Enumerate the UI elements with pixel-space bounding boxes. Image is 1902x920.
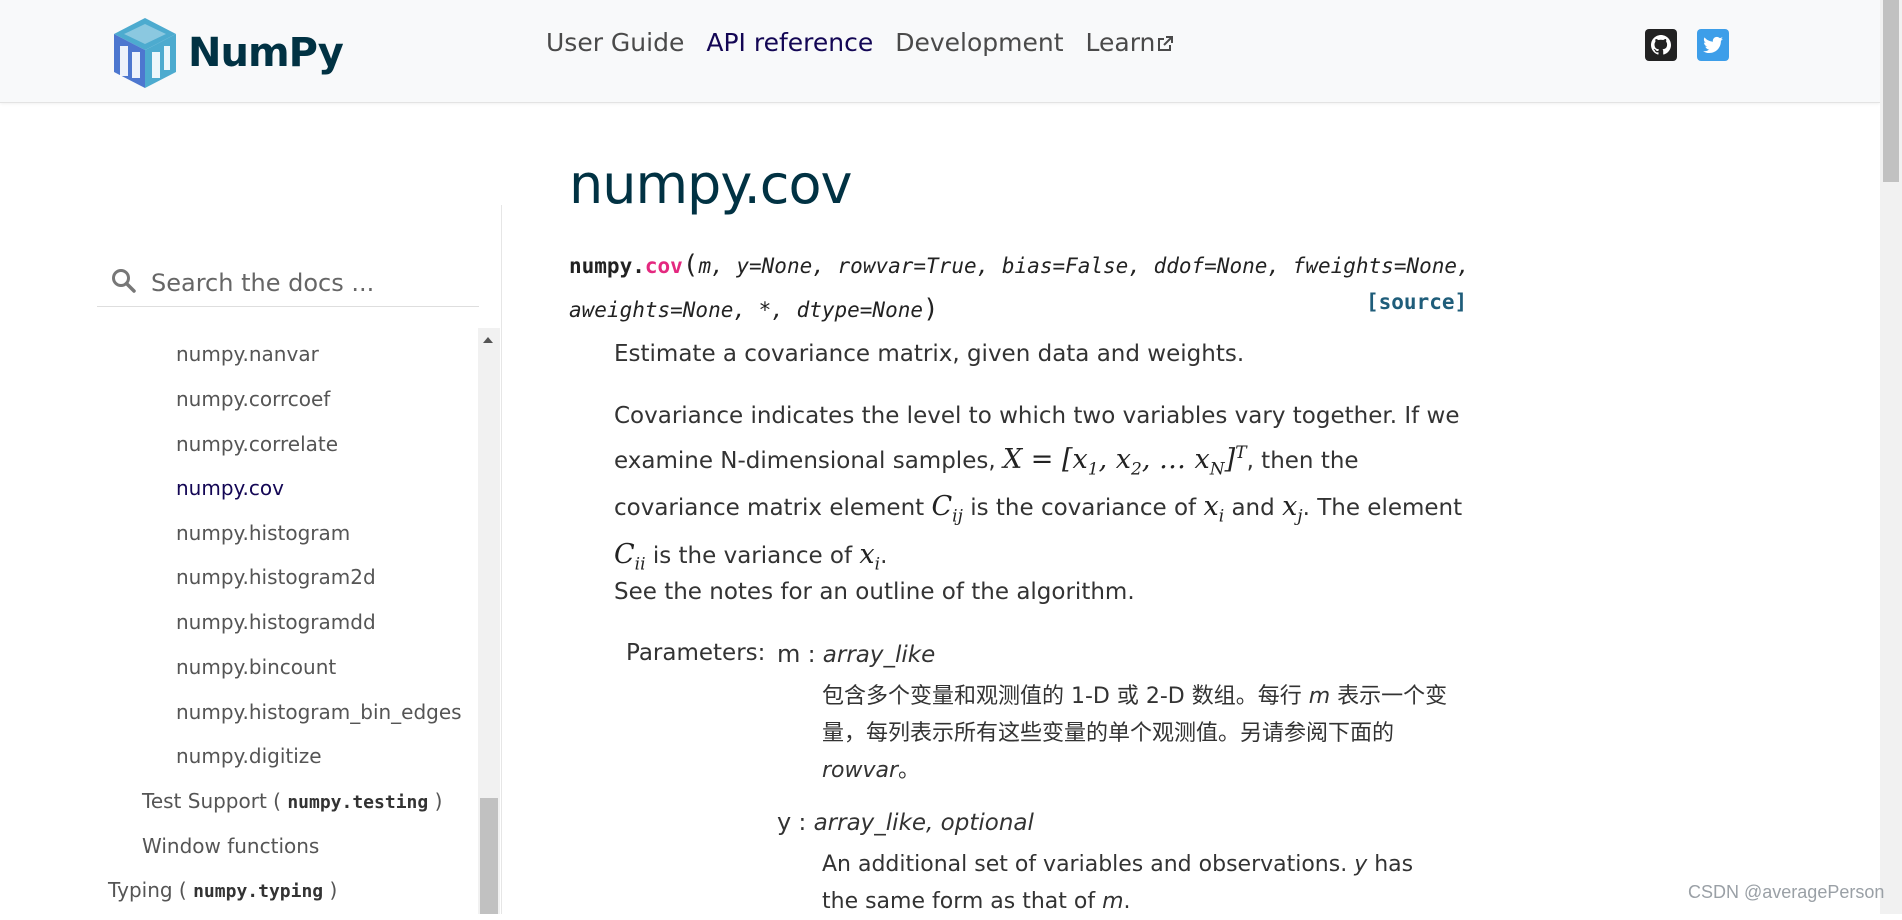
sidebar-item-histogram2d[interactable]: numpy.histogram2d	[176, 565, 376, 589]
math-cii: Cii	[614, 538, 646, 575]
page-scroll-thumb[interactable]	[1883, 0, 1899, 182]
typing-label: Typing (	[108, 878, 187, 902]
param-m-desc-em: m	[1308, 684, 1331, 709]
param-y-description: An additional set of variables and obser…	[822, 846, 1452, 920]
main-nav: User Guide API reference Development Lea…	[546, 28, 1195, 57]
search-icon	[112, 269, 136, 293]
parameters-label: Parameters:	[626, 640, 766, 666]
sidebar-item-histogram-bin-edges[interactable]: numpy.histogram_bin_edges	[176, 700, 462, 724]
nav-learn-label: Learn	[1085, 28, 1156, 57]
sidebar-item-digitize[interactable]: numpy.digitize	[176, 744, 322, 768]
sidebar-item-typing[interactable]: Typing ( numpy.typing )	[108, 878, 337, 902]
param-y-header: y : array_like, optional	[777, 808, 1034, 836]
description-paragraph: Covariance indicates the level to which …	[614, 398, 1474, 583]
sidebar-item-bincount[interactable]: numpy.bincount	[176, 655, 336, 679]
math-xj: xj	[1282, 491, 1303, 527]
source-link[interactable]: [source]	[1366, 290, 1467, 314]
nav-development[interactable]: Development	[895, 28, 1063, 57]
brand-name: NumPy	[188, 30, 344, 76]
signature-function: cov	[644, 254, 683, 278]
math-xi: xi	[1203, 491, 1225, 527]
search-input[interactable]	[149, 264, 473, 302]
sidebar-item-test-support[interactable]: Test Support ( numpy.testing )	[142, 789, 442, 813]
test-support-suffix: )	[434, 789, 443, 813]
sidebar-item-histogramdd[interactable]: numpy.histogramdd	[176, 610, 376, 634]
twitter-link[interactable]	[1697, 29, 1729, 61]
test-support-code: numpy.testing	[287, 792, 429, 813]
signature-params-2: aweights=None, *, dtype=None	[569, 298, 924, 322]
param-y-sep: :	[791, 810, 814, 836]
param-m-sep: :	[800, 642, 823, 668]
sidebar-scrollbar[interactable]	[478, 328, 500, 914]
github-icon	[1651, 35, 1671, 55]
desc-part-4: and	[1224, 495, 1283, 522]
search-box	[97, 258, 479, 307]
param-y-desc-c: .	[1123, 889, 1131, 914]
desc-part-7: .	[880, 542, 888, 569]
signature-module: numpy.	[569, 254, 645, 278]
summary-text: Estimate a covariance matrix, given data…	[614, 341, 1245, 367]
param-m-desc-a: 包含多个变量和观测值的 1-D 或 2-D 数组。每行	[822, 684, 1309, 709]
watermark: CSDN @averagePerson	[1688, 882, 1885, 902]
param-m-header: m : array_like	[777, 640, 935, 668]
nav-learn[interactable]: Learn	[1086, 28, 1174, 57]
sidebar-item-cov[interactable]: numpy.cov	[176, 476, 284, 500]
external-link-icon	[1158, 36, 1174, 51]
sidebar-divider	[501, 205, 502, 914]
param-m-type: array_like	[822, 642, 936, 668]
desc-part-5: . The element	[1302, 495, 1463, 522]
math-cij: Cij	[931, 491, 963, 527]
param-m-name: m	[777, 640, 801, 668]
param-y-desc-em2: m	[1102, 889, 1124, 914]
sidebar-scroll-thumb[interactable]	[480, 798, 498, 914]
sidebar-item-histogram[interactable]: numpy.histogram	[176, 521, 350, 545]
notes-text: See the notes for an outline of the algo…	[614, 579, 1135, 605]
github-link[interactable]	[1645, 29, 1677, 61]
desc-part-6: is the variance of	[645, 542, 860, 569]
param-y-desc-em: y	[1354, 852, 1368, 877]
param-y-name: y	[777, 808, 792, 836]
math-samples: X = [x1, x2, … xN]T	[1002, 443, 1247, 480]
signature-line-2: aweights=None, *, dtype=None)	[569, 294, 939, 324]
sidebar-item-nanvar[interactable]: numpy.nanvar	[176, 342, 319, 366]
top-navbar: NumPy User Guide API reference Developme…	[0, 0, 1880, 103]
typing-code: numpy.typing	[193, 881, 324, 902]
page-title: numpy.cov	[569, 153, 852, 216]
param-y-type: array_like, optional	[813, 810, 1034, 836]
math-xi-2: xi	[859, 538, 881, 575]
sidebar-item-correlate[interactable]: numpy.correlate	[176, 432, 338, 456]
sidebar-item-corrcoef[interactable]: numpy.corrcoef	[176, 387, 330, 411]
scroll-up-arrow-icon[interactable]	[483, 337, 493, 343]
param-m-description: 包含多个变量和观测值的 1-D 或 2-D 数组。每行 m 表示一个变量，每列表…	[822, 678, 1452, 789]
test-support-label: Test Support (	[142, 789, 281, 813]
page-scrollbar[interactable]	[1880, 0, 1902, 914]
numpy-cube-icon	[114, 18, 176, 88]
numpy-logo[interactable]: NumPy	[108, 16, 344, 90]
param-m-desc-c: 。	[898, 758, 921, 783]
desc-part-3: is the covariance of	[962, 495, 1204, 522]
nav-api-reference[interactable]: API reference	[706, 28, 873, 57]
sidebar-item-window-functions[interactable]: Window functions	[142, 834, 319, 858]
twitter-icon	[1703, 36, 1723, 53]
signature-params-1: m, y=None, rowvar=True, bias=False, ddof…	[698, 254, 1470, 278]
param-m-desc-em2: rowvar	[822, 758, 899, 783]
signature-line-1: numpy.cov(m, y=None, rowvar=True, bias=F…	[569, 250, 1470, 280]
param-y-desc-a: An additional set of variables and obser…	[822, 852, 1355, 877]
typing-suffix: )	[329, 878, 338, 902]
nav-user-guide[interactable]: User Guide	[546, 28, 684, 57]
